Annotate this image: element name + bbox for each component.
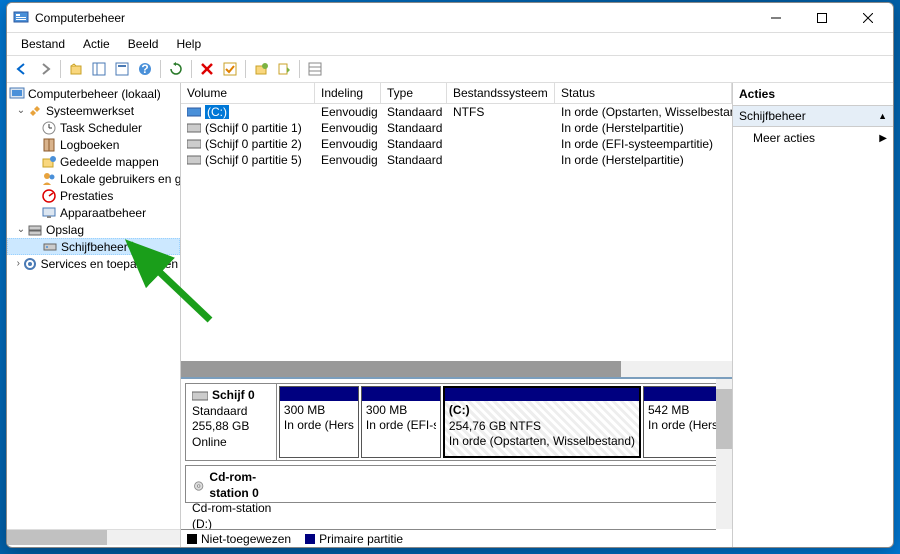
book-icon <box>41 137 57 153</box>
share-icon <box>41 154 57 170</box>
navigation-tree[interactable]: Computerbeheer (lokaal) ⌄ Systeemwerkset… <box>7 83 181 547</box>
partition[interactable]: 542 MBIn orde (Herstelpartitie) <box>643 386 723 458</box>
help-button[interactable]: ? <box>134 58 156 80</box>
disk-row[interactable]: Schijf 0 Standaard 255,88 GB Online 300 … <box>185 383 726 461</box>
cdrom-icon <box>192 480 205 492</box>
new-button[interactable] <box>250 58 272 80</box>
expand-icon[interactable]: › <box>15 258 22 269</box>
menu-file[interactable]: Bestand <box>13 35 73 53</box>
disk-icon <box>192 390 208 402</box>
col-fs[interactable]: Bestandssysteem <box>447 83 555 103</box>
partition[interactable]: 300 MBIn orde (Herstelpartitie) <box>279 386 359 458</box>
col-layout[interactable]: Indeling <box>315 83 381 103</box>
device-icon <box>41 205 57 221</box>
volume-row[interactable]: (Schijf 0 partitie 2) Eenvoudig Standaar… <box>181 136 732 152</box>
forward-button[interactable] <box>34 58 56 80</box>
minimize-button[interactable] <box>753 3 799 33</box>
app-icon <box>13 10 29 26</box>
col-volume[interactable]: Volume <box>181 83 315 103</box>
diskmap-vscrollbar[interactable] <box>716 379 732 529</box>
computer-icon <box>9 86 25 102</box>
partition[interactable]: 300 MBIn orde (EFI-systeempartitie) <box>361 386 441 458</box>
actions-context[interactable]: Schijfbeheer ▲ <box>733 106 893 127</box>
refresh-button[interactable] <box>165 58 187 80</box>
tree-group-services[interactable]: › Services en toepassingen <box>7 255 180 272</box>
tree-item-gedeeldemappen[interactable]: Gedeelde mappen <box>7 153 180 170</box>
col-status[interactable]: Status <box>555 83 732 103</box>
show-tree-button[interactable] <box>88 58 110 80</box>
properties-button[interactable] <box>111 58 133 80</box>
volume-row[interactable]: (C:) Eenvoudig Standaard NTFS In orde (O… <box>181 104 732 120</box>
tree-item-apparaatbeheer[interactable]: Apparaatbeheer <box>7 204 180 221</box>
storage-icon <box>27 222 43 238</box>
disk-row-cdrom[interactable]: Cd-rom-station 0 Cd-rom-station (D:) <box>185 465 726 503</box>
volume-icon <box>187 154 201 166</box>
tree-item-schijfbeheer[interactable]: Schijfbeheer <box>7 238 180 255</box>
list-header: Volume Indeling Type Bestandssysteem Sta… <box>181 83 732 104</box>
tree-root[interactable]: Computerbeheer (lokaal) <box>7 85 180 102</box>
performance-icon <box>41 188 57 204</box>
disk-map: Schijf 0 Standaard 255,88 GB Online 300 … <box>181 377 732 547</box>
col-type[interactable]: Type <box>381 83 447 103</box>
tree-hscrollbar[interactable] <box>7 529 180 545</box>
actions-more[interactable]: Meer acties ▶ <box>733 127 893 149</box>
menubar: Bestand Actie Beeld Help <box>7 33 893 56</box>
tree-item-lokalegebruikers[interactable]: Lokale gebruikers en groepen <box>7 170 180 187</box>
delete-button[interactable] <box>196 58 218 80</box>
maximize-button[interactable] <box>799 3 845 33</box>
titlebar: Computerbeheer <box>7 3 893 33</box>
tree-group-systeemwerkset[interactable]: ⌄ Systeemwerkset <box>7 102 180 119</box>
tree-item-prestaties[interactable]: Prestaties <box>7 187 180 204</box>
volume-icon <box>187 122 201 134</box>
volume-icon <box>187 138 201 150</box>
tree-group-opslag[interactable]: ⌄ Opslag <box>7 221 180 238</box>
chevron-right-icon: ▶ <box>879 133 887 144</box>
collapse-icon[interactable]: ⌄ <box>15 224 27 235</box>
center-pane: Volume Indeling Type Bestandssysteem Sta… <box>181 83 733 547</box>
toolbar: ? <box>7 56 893 83</box>
volume-row[interactable]: (Schijf 0 partitie 5) Eenvoudig Standaar… <box>181 152 732 168</box>
disk-icon <box>42 239 58 255</box>
actions-header: Acties <box>733 83 893 106</box>
actions-pane: Acties Schijfbeheer ▲ Meer acties ▶ <box>733 83 893 547</box>
list-hscrollbar[interactable] <box>181 361 732 377</box>
app-window: Computerbeheer Bestand Actie Beeld Help … <box>6 2 894 548</box>
export-button[interactable] <box>273 58 295 80</box>
users-icon <box>41 171 57 187</box>
menu-view[interactable]: Beeld <box>120 35 167 53</box>
up-button[interactable] <box>65 58 87 80</box>
check-button[interactable] <box>219 58 241 80</box>
list-button[interactable] <box>304 58 326 80</box>
partition-selected[interactable]: (C:)254,76 GB NTFSIn orde (Opstarten, Wi… <box>443 386 641 458</box>
back-button[interactable] <box>11 58 33 80</box>
volumes-list[interactable]: Volume Indeling Type Bestandssysteem Sta… <box>181 83 732 377</box>
collapse-icon: ▲ <box>878 111 887 121</box>
tree-item-taskscheduler[interactable]: Task Scheduler <box>7 119 180 136</box>
legend: Niet-toegewezen Primaire partitie <box>181 529 716 547</box>
close-button[interactable] <box>845 3 891 33</box>
body-area: Computerbeheer (lokaal) ⌄ Systeemwerkset… <box>7 83 893 547</box>
menu-action[interactable]: Actie <box>75 35 118 53</box>
volume-row[interactable]: (Schijf 0 partitie 1) Eenvoudig Standaar… <box>181 120 732 136</box>
volume-icon <box>187 106 201 118</box>
services-icon <box>22 256 38 272</box>
menu-help[interactable]: Help <box>168 35 209 53</box>
collapse-icon[interactable]: ⌄ <box>15 105 27 116</box>
clock-icon <box>41 120 57 136</box>
disk-info: Schijf 0 Standaard 255,88 GB Online <box>186 384 277 460</box>
svg-text:?: ? <box>141 62 148 76</box>
window-title: Computerbeheer <box>35 11 753 25</box>
tree-item-logboeken[interactable]: Logboeken <box>7 136 180 153</box>
tools-icon <box>27 103 43 119</box>
